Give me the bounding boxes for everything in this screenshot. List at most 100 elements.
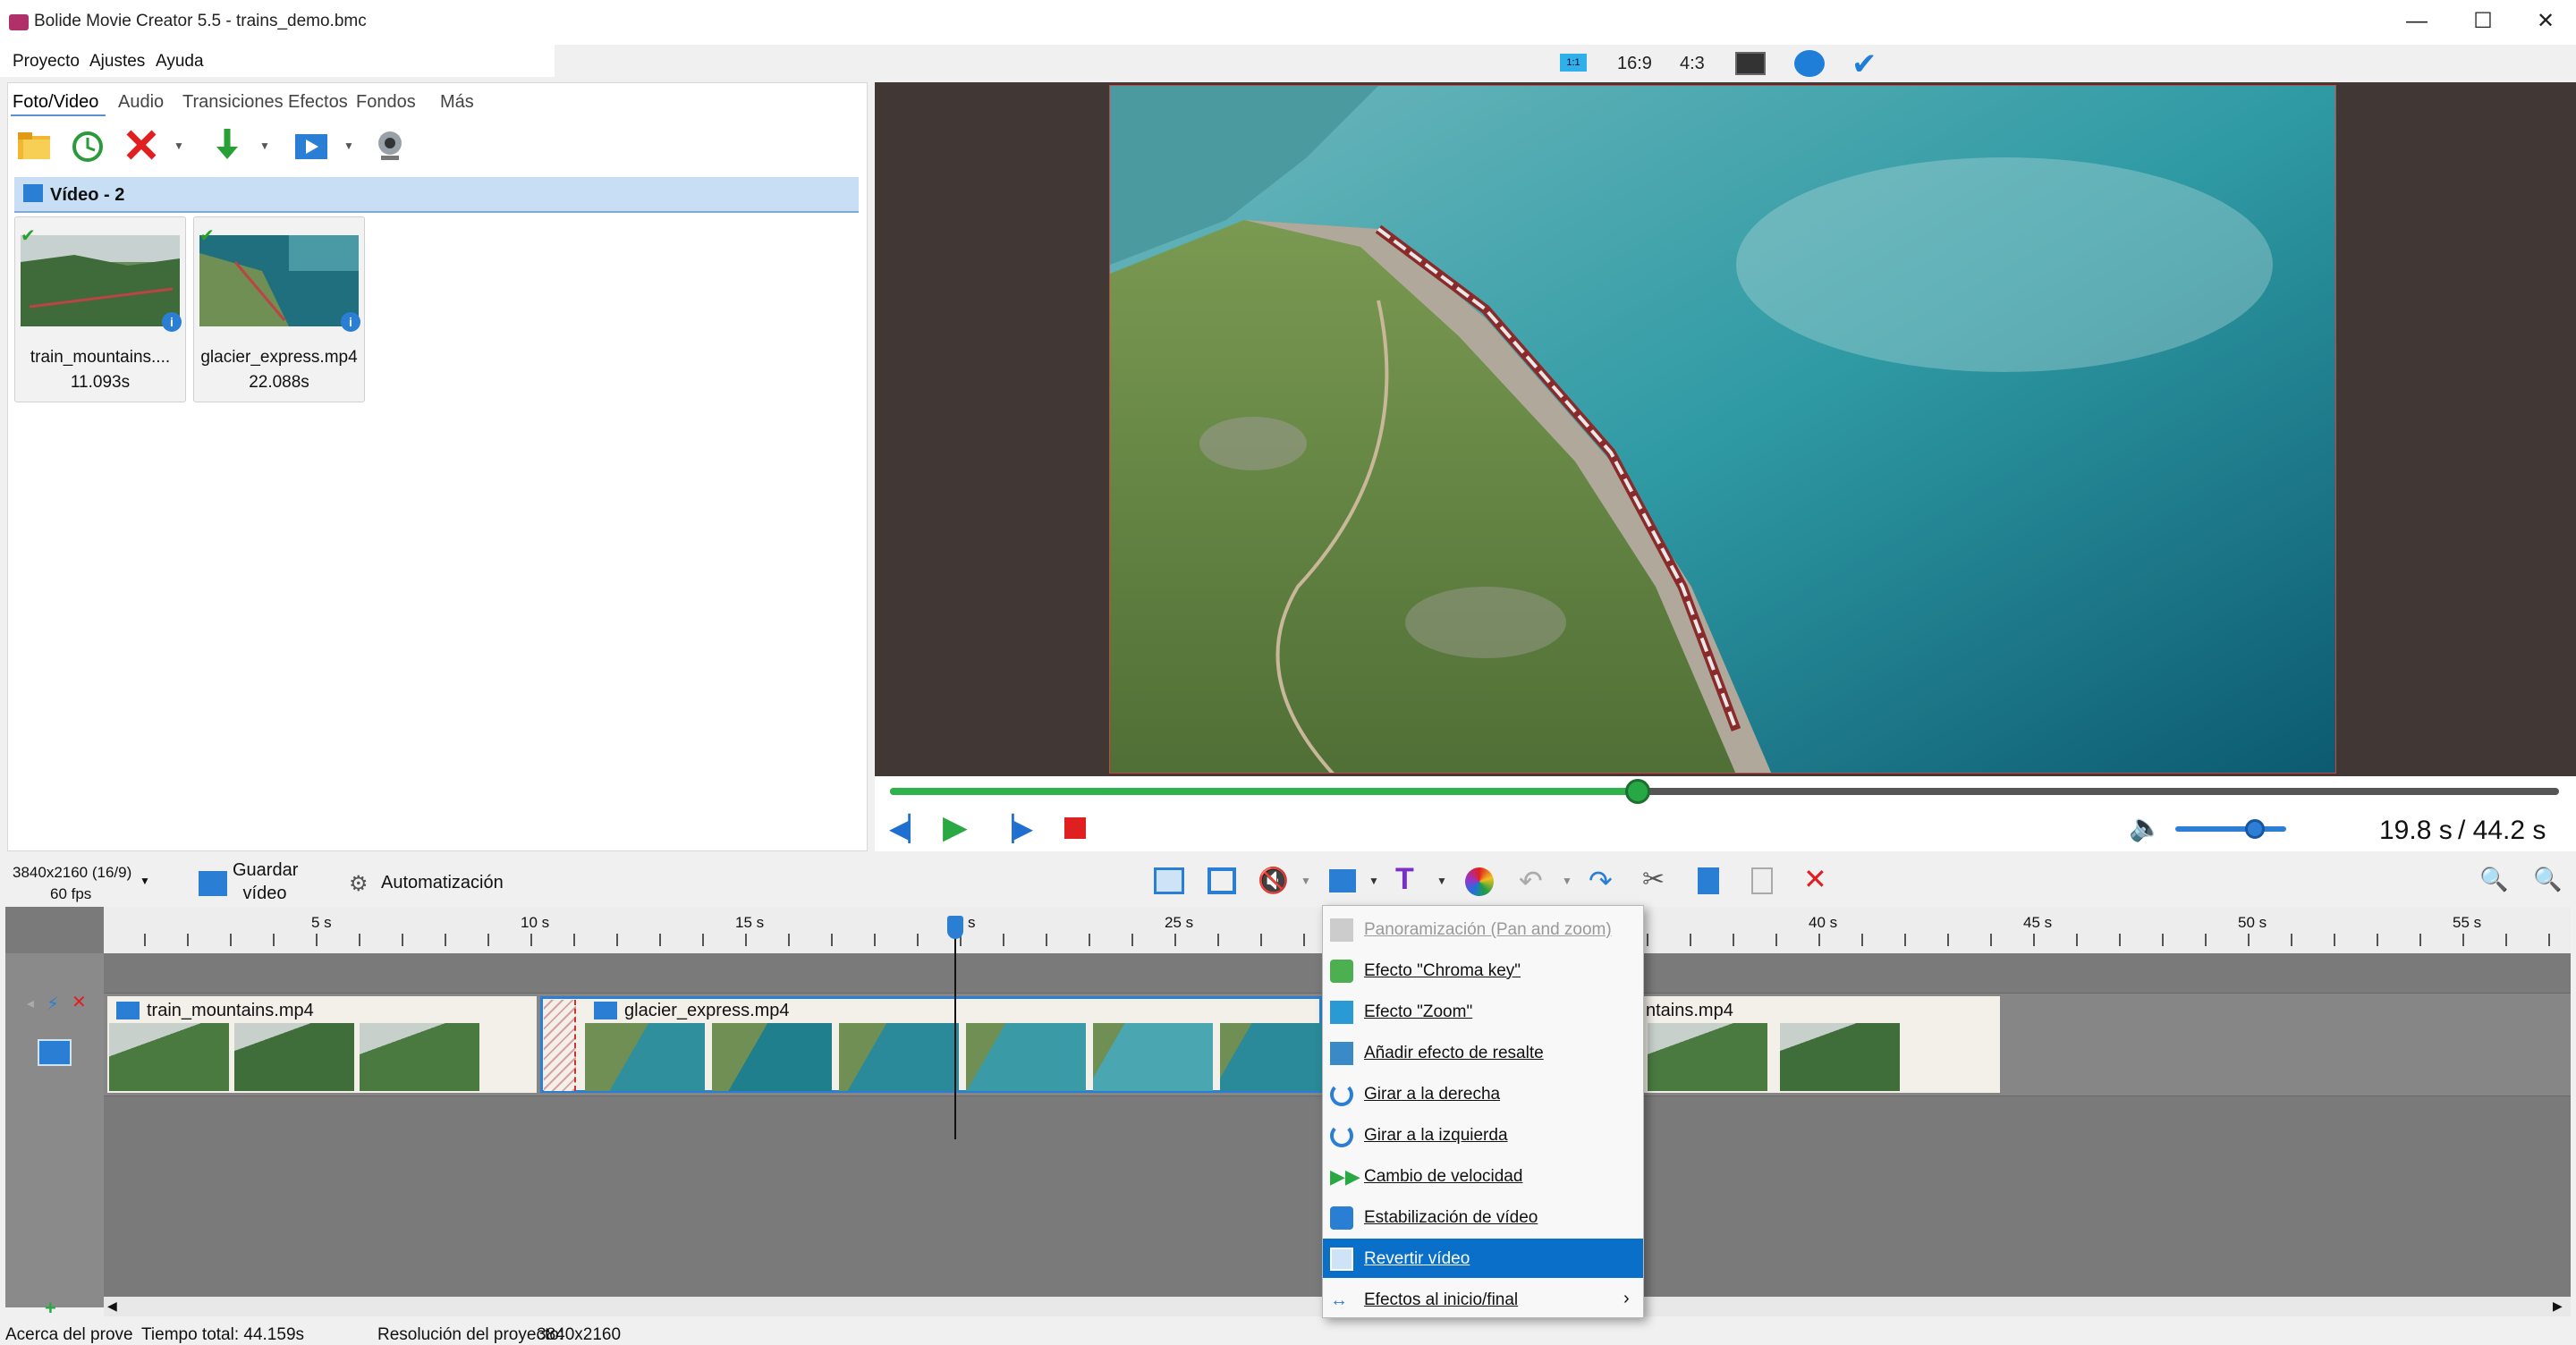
zoom-out-icon[interactable]: 🔍 (2479, 866, 2508, 893)
highlight-icon (1330, 1042, 1353, 1065)
menu-item-pan-zoom[interactable]: Panoramización (Pan and zoom) (1323, 909, 1643, 949)
resolution-dropdown-icon[interactable]: ▼ (140, 875, 150, 887)
circle-shape-icon[interactable] (1794, 50, 1825, 77)
video-thumbnail (21, 235, 180, 326)
menu-item-chroma-key[interactable]: Efecto "Chroma key" (1323, 951, 1643, 990)
menu-proyecto[interactable]: Proyecto (13, 52, 80, 72)
menu-item-rotate-left[interactable]: Girar a la izquierda (1323, 1115, 1643, 1155)
zoom-in-icon[interactable]: 🔍 (2533, 866, 2562, 893)
ruler-label: 25 s (1165, 914, 1194, 931)
redo-icon[interactable]: ↷ (1589, 864, 1613, 898)
clip-add-icon[interactable] (292, 125, 331, 165)
download-dropdown-icon[interactable]: ▼ (259, 140, 270, 152)
undo-icon[interactable]: ↶ (1519, 864, 1543, 898)
scissors-icon[interactable]: ✂ (1642, 864, 1665, 895)
add-track-icon[interactable]: + (45, 1297, 56, 1320)
volume-slider[interactable] (2175, 826, 2286, 832)
color-icon[interactable] (1465, 867, 1494, 896)
maximize-icon[interactable]: ☐ (2456, 5, 2510, 38)
open-folder-icon[interactable] (14, 125, 54, 165)
info-icon[interactable]: i (341, 312, 360, 332)
automation-icon[interactable]: ⚙ (349, 871, 369, 897)
track-delete-icon[interactable]: ✕ (72, 991, 87, 1013)
menu-item-speed[interactable]: ▶▶ Cambio de velocidad (1323, 1156, 1643, 1196)
info-icon[interactable]: i (162, 312, 182, 332)
media-item[interactable]: ✔ i train_mountains.... 11.093s (14, 216, 186, 402)
title-bar (0, 0, 2576, 45)
mute-icon[interactable]: 🔇 (1258, 866, 1289, 895)
playhead[interactable] (954, 919, 956, 1139)
video-preview[interactable] (1109, 85, 2336, 774)
remove-icon[interactable]: ✕ (1803, 862, 1827, 896)
paste-icon[interactable] (1751, 867, 1773, 894)
transition-marker[interactable] (544, 1000, 576, 1091)
minimize-icon[interactable]: — (2390, 5, 2444, 38)
menu-item-highlight[interactable]: Añadir efecto de resalte (1323, 1033, 1643, 1072)
close-icon[interactable]: ✕ (2519, 5, 2572, 38)
volume-icon[interactable]: 🔈 (2129, 812, 2162, 843)
video-effects-icon[interactable] (1329, 869, 1356, 892)
playhead-handle[interactable] (947, 916, 963, 939)
menu-item-reverse-video[interactable]: Revertir vídeo (1323, 1239, 1643, 1278)
menu-item-rotate-right[interactable]: Girar a la derecha (1323, 1074, 1643, 1113)
save-video-icon[interactable] (199, 871, 227, 896)
media-group-header[interactable] (14, 177, 859, 213)
media-item-name: train_mountains.... (30, 348, 171, 367)
scroll-right-icon[interactable]: ▶ (2553, 1298, 2563, 1314)
save-video-button-line2[interactable]: vídeo (233, 884, 297, 904)
seek-handle[interactable] (1624, 779, 1650, 804)
chroma-key-icon (1330, 960, 1353, 983)
menu-item-start-end-effects[interactable]: ↔ Efectos al inicio/final › (1323, 1280, 1643, 1319)
step-forward-icon[interactable]: ▕▶ (995, 814, 1033, 843)
ratio-16-9-button[interactable]: 16:9 (1617, 54, 1652, 74)
stop-icon[interactable] (1064, 817, 1086, 839)
ruler-label: 45 s (2023, 914, 2053, 931)
status-about[interactable]: Acerca del prove (5, 1325, 133, 1345)
undo-dropdown-icon[interactable]: ▼ (1562, 875, 1572, 887)
track-lock-icon[interactable]: ◂ (27, 994, 34, 1012)
scroll-left-icon[interactable]: ◀ (107, 1298, 117, 1314)
clip-video-icon (594, 1002, 617, 1019)
menu-ajustes[interactable]: Ajustes (89, 52, 145, 72)
download-arrow-icon[interactable] (208, 125, 247, 165)
mute-dropdown-icon[interactable]: ▼ (1301, 875, 1311, 887)
tab-efectos[interactable]: Efectos (288, 92, 348, 113)
tab-fondos[interactable]: Fondos (356, 92, 416, 113)
delete-dropdown-icon[interactable]: ▼ (174, 140, 184, 152)
seek-progress-fill (890, 788, 1638, 795)
menu-ayuda[interactable]: Ayuda (156, 52, 204, 72)
menu-item-stabilization[interactable]: Estabilización de vídeo (1323, 1197, 1643, 1237)
effects-dropdown-icon[interactable]: ▼ (1368, 875, 1379, 887)
menu-item-zoom[interactable]: Efecto "Zoom" (1323, 992, 1643, 1031)
clip-add-dropdown-icon[interactable]: ▼ (343, 140, 354, 152)
ratio-4-3-button[interactable]: 4:3 (1680, 54, 1705, 74)
tab-mas[interactable]: Más (440, 92, 474, 113)
media-item[interactable]: ✔ i glacier_express.mp4 22.088s (193, 216, 365, 402)
tab-transiciones[interactable]: Transiciones (182, 92, 284, 113)
automation-button[interactable]: Automatización (381, 873, 504, 893)
track-link-icon[interactable]: ⚡ (47, 993, 59, 1015)
screen-fit-icon[interactable] (1735, 52, 1766, 75)
text-dropdown-icon[interactable]: ▼ (1436, 875, 1447, 887)
status-resolution-label: Resolución del proyecto: (377, 1325, 564, 1344)
project-resolution[interactable]: 3840x2160 (16/9) (13, 864, 131, 882)
transform-icon[interactable] (1154, 867, 1184, 894)
ruler-label: 10 s (521, 914, 550, 931)
tab-audio[interactable]: Audio (118, 92, 164, 113)
text-icon[interactable]: T (1395, 862, 1414, 897)
ratio-1-1-button[interactable]: 1:1 (1560, 54, 1587, 72)
project-fps[interactable]: 60 fps (50, 885, 91, 903)
step-back-icon[interactable]: ◀▏ (889, 814, 928, 843)
checkmark-icon[interactable]: ✔ (1852, 47, 1877, 82)
delete-icon[interactable] (122, 125, 161, 165)
tab-foto-video[interactable]: Foto/Video (13, 92, 98, 113)
crop-icon[interactable] (1208, 867, 1236, 894)
copy-icon[interactable] (1698, 867, 1719, 894)
webcam-icon[interactable] (369, 125, 408, 165)
rotate-left-icon (1330, 1124, 1353, 1147)
history-clock-icon[interactable] (68, 125, 107, 165)
checkmark-icon: ✔ (21, 226, 36, 246)
play-icon[interactable]: ▶ (943, 808, 968, 846)
clip-frames (1648, 1023, 1907, 1091)
save-video-button[interactable]: Guardar (233, 860, 298, 881)
